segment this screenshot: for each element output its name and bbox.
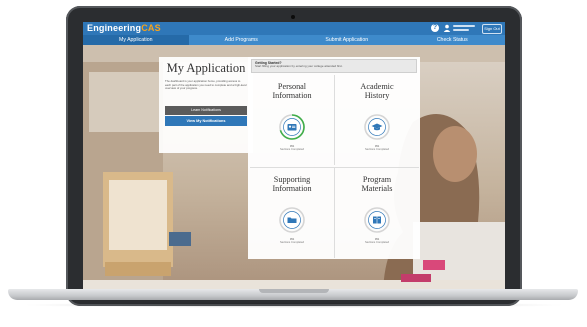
quadrant-title-line2: Materials xyxy=(361,183,393,193)
quadrant-title: Academic History xyxy=(335,82,419,100)
help-icon[interactable]: ? xyxy=(431,24,439,32)
intro-description: The dashboard is your application home, … xyxy=(165,79,247,91)
view-notifications-button[interactable]: View My Notifications xyxy=(165,116,247,126)
page-title: My Application xyxy=(166,61,246,75)
quadrant-status: Sections Completed xyxy=(279,241,305,244)
quadrant-title-line2: History xyxy=(364,90,390,100)
main-tabs: My Application Add Programs Submit Appli… xyxy=(83,35,505,45)
quadrant-personal-information[interactable]: Personal Information 0% Sections Complet… xyxy=(250,75,334,165)
quadrant-title: Personal Information xyxy=(250,82,334,100)
learn-notifications-button[interactable]: Learn Notifications xyxy=(165,106,247,115)
printer-illustration xyxy=(103,172,191,276)
progress-ring xyxy=(279,207,305,233)
progress-ring xyxy=(279,114,305,140)
quadrant-status: Sections Completed xyxy=(364,148,390,151)
application-quadrants-card: Getting Started? Start filling your appl… xyxy=(248,57,420,259)
laptop-notch xyxy=(259,289,329,293)
getting-started-notice: Getting Started? Start filling your appl… xyxy=(251,59,417,73)
quadrant-supporting-information[interactable]: Supporting Information 0% Sections Compl… xyxy=(250,167,334,258)
brand-suffix: CAS xyxy=(141,23,161,33)
user-email-text xyxy=(453,29,469,31)
progress-ring xyxy=(364,114,390,140)
book-icon xyxy=(373,216,381,224)
user-icon[interactable] xyxy=(443,24,451,32)
quadrant-academic-history[interactable]: Academic History 0% Sections Completed xyxy=(334,75,419,165)
tab-check-status[interactable]: Check Status xyxy=(400,35,506,45)
tab-my-application[interactable]: My Application xyxy=(83,35,189,45)
intro-panel: My Application The dashboard is your app… xyxy=(159,57,253,153)
quadrant-title-line2: Information xyxy=(272,90,312,100)
camera-icon xyxy=(291,15,295,19)
notice-body: Start filling your application by enteri… xyxy=(255,64,343,68)
quadrant-title: Supporting Information xyxy=(250,175,334,193)
laptop-shadow xyxy=(20,302,568,308)
quadrant-status: Sections Completed xyxy=(279,148,305,151)
top-navbar: EngineeringCAS ? Sign Out xyxy=(83,22,505,35)
user-name-text xyxy=(453,25,475,27)
tab-submit-application[interactable]: Submit Application xyxy=(294,35,400,45)
signout-button[interactable]: Sign Out xyxy=(482,24,502,34)
brand-prefix: Engineering xyxy=(87,23,142,33)
quadrant-title: Program Materials xyxy=(335,175,419,193)
quadrant-title-line2: Information xyxy=(272,183,312,193)
tab-add-programs[interactable]: Add Programs xyxy=(189,35,295,45)
id-card-icon xyxy=(287,124,297,131)
brand-logo[interactable]: EngineeringCAS xyxy=(87,23,161,33)
screen: EngineeringCAS ? Sign Out My Application… xyxy=(83,22,505,298)
quadrant-status: Sections Completed xyxy=(364,241,390,244)
progress-ring xyxy=(364,207,390,233)
quadrant-program-materials[interactable]: Program Materials 0% Sections Completed xyxy=(334,167,419,258)
